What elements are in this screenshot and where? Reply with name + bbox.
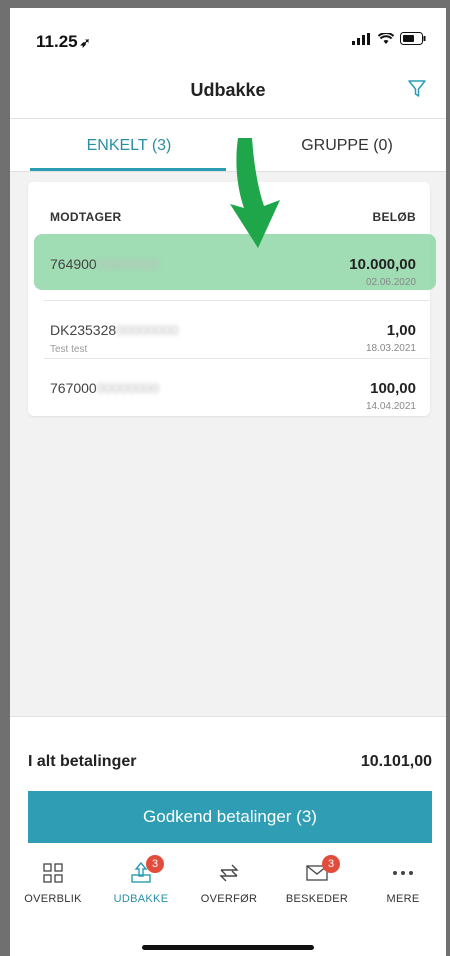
recipient-masked: 00000000 xyxy=(116,322,179,338)
nav-label: OVERBLIK xyxy=(24,893,82,905)
nav-item-beskeder[interactable]: 3 BESKEDER xyxy=(274,855,360,905)
filter-icon[interactable] xyxy=(406,78,428,100)
column-header-amount: BELØB xyxy=(372,210,416,224)
footer-panel: I alt betalinger 10.101,00 Godkend betal… xyxy=(10,716,446,956)
total-value: 10.101,00 xyxy=(360,753,432,770)
payment-row[interactable]: 76700000000000 100,00 14.04.2021 xyxy=(28,358,430,418)
wifi-icon xyxy=(378,32,394,44)
payment-row[interactable]: DK23532800000000 Test test 1,00 18.03.20… xyxy=(28,300,430,360)
grid-icon xyxy=(10,855,96,891)
recipient: 76700000000000 xyxy=(50,380,160,396)
nav-label: UDBAKKE xyxy=(113,893,169,905)
payment-date: 02.06.2020 xyxy=(365,277,416,288)
battery-icon xyxy=(400,32,426,45)
location-icon: ➶ xyxy=(79,35,91,50)
nav-header: Udbakke xyxy=(10,66,446,119)
mail-icon: 3 xyxy=(274,855,360,891)
bottom-nav: OVERBLIK 3 UDBAKKE OVERFØR 3 BESKEDER ME… xyxy=(10,855,446,915)
frame-border xyxy=(0,0,450,8)
notification-badge: 3 xyxy=(146,855,164,873)
status-time-text: 11.25 xyxy=(36,32,78,51)
payment-date: 14.04.2021 xyxy=(365,401,416,412)
screen: 11.25 ➶ Udbakke ENKELT (3) GRUPPE (0) MO… xyxy=(10,8,446,956)
nav-label: MERE xyxy=(386,893,420,905)
page-title: Udbakke xyxy=(190,80,266,100)
amount: 10.000,00 xyxy=(349,256,416,273)
frame-border xyxy=(446,0,450,956)
notification-badge: 3 xyxy=(322,855,340,873)
tab-enkelt[interactable]: ENKELT (3) xyxy=(32,137,226,155)
nav-label: BESKEDER xyxy=(285,893,349,905)
status-icons xyxy=(352,32,426,45)
recipient-masked: 00000000 xyxy=(96,380,160,396)
recipient-masked: 00000000 xyxy=(96,256,160,272)
nav-item-overblik[interactable]: OVERBLIK xyxy=(10,855,96,905)
pointer-arrow-icon xyxy=(230,138,280,248)
home-indicator xyxy=(142,945,314,950)
transfer-icon xyxy=(186,855,272,891)
payment-note: Test test xyxy=(50,344,88,355)
active-tab-indicator xyxy=(30,168,226,171)
nav-label: OVERFØR xyxy=(200,893,258,905)
outbox-icon: 3 xyxy=(98,855,184,891)
recipient: 76490000000000 xyxy=(50,256,160,272)
nav-item-mere[interactable]: MERE xyxy=(360,855,446,905)
status-time: 11.25 ➶ xyxy=(36,32,91,52)
payment-date: 18.03.2021 xyxy=(365,343,416,354)
nav-item-overfor[interactable]: OVERFØR xyxy=(186,855,272,905)
amount: 100,00 xyxy=(370,380,416,397)
approve-payments-button[interactable]: Godkend betalinger (3) xyxy=(28,791,432,843)
signal-icon xyxy=(352,32,370,45)
status-bar: 11.25 ➶ xyxy=(10,8,446,66)
frame-border xyxy=(0,0,10,956)
amount: 1,00 xyxy=(386,322,416,339)
device-frame: 11.25 ➶ Udbakke ENKELT (3) GRUPPE (0) MO… xyxy=(0,0,450,956)
recipient: DK23532800000000 xyxy=(50,322,179,338)
total-label: I alt betalinger xyxy=(28,753,137,770)
more-icon xyxy=(360,855,446,891)
nav-item-udbakke[interactable]: 3 UDBAKKE xyxy=(98,855,184,905)
column-header-recipient: MODTAGER xyxy=(50,210,122,224)
